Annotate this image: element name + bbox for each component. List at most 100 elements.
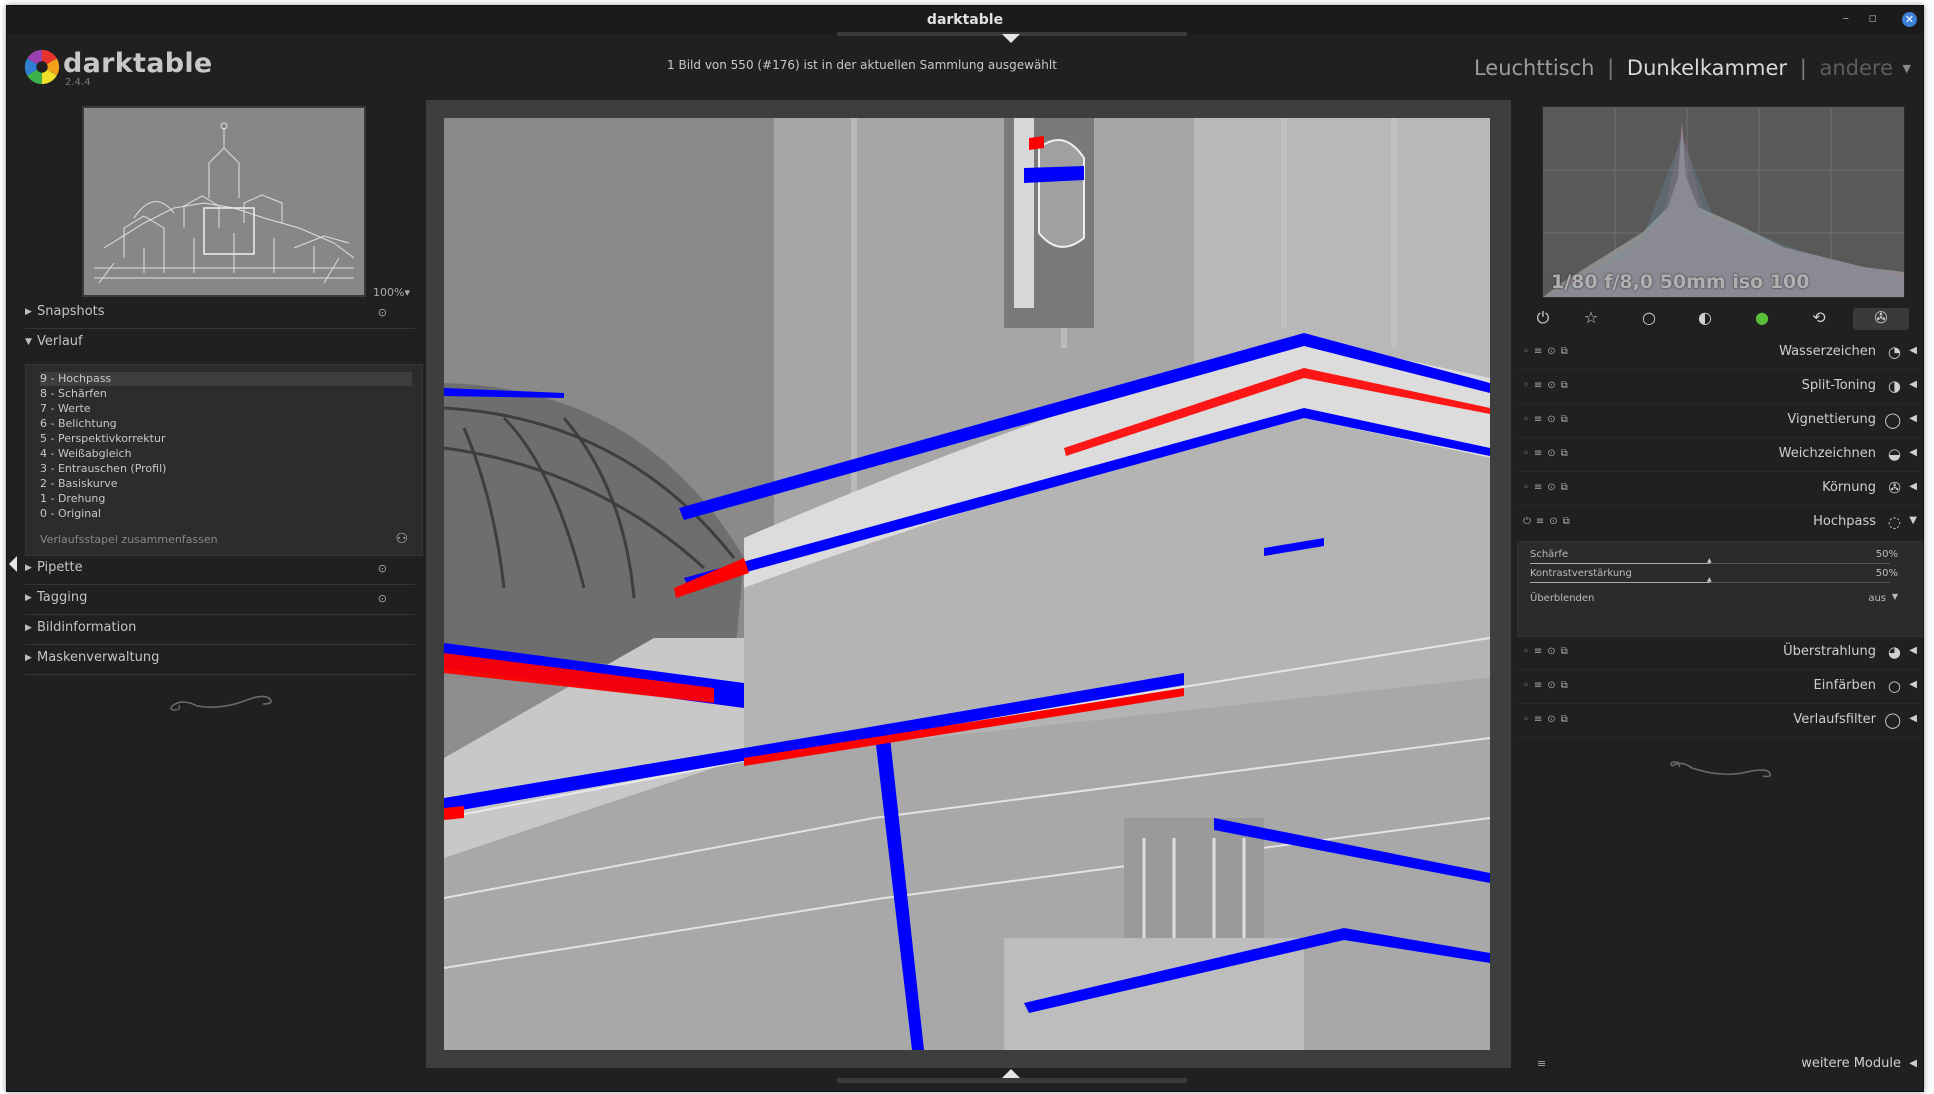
more-modules[interactable]: ≡ weitere Module ◀ (1517, 1056, 1921, 1076)
module-weichzeichnen[interactable]: ◦≡⊙⧉ Weichzeichnen ◒ ◀ (1517, 438, 1921, 472)
section-picker[interactable]: ▶ Pipette ⊙ (25, 560, 415, 585)
module-controls[interactable]: ◦≡⊙⧉ (1523, 346, 1573, 357)
app-name: darktable (63, 48, 213, 79)
history-item[interactable]: 0 - Original (40, 507, 412, 521)
module-ueberstrahlung[interactable]: ◦≡⊙⧉ Überstrahlung ◕ ◀ (1517, 636, 1921, 670)
menu-icon[interactable]: ≡ (1537, 1057, 1546, 1070)
blend-dropdown-icon[interactable]: ▼ (1892, 592, 1898, 601)
module-einfaerben[interactable]: ◦≡⊙⧉ Einfärben ○ ◀ (1517, 670, 1921, 704)
blend-value[interactable]: aus (1868, 593, 1886, 604)
expand-left-icon: ◀ (1909, 1058, 1917, 1069)
module-label: Körnung (1822, 480, 1876, 495)
view-switcher: Leuchttisch | Dunkelkammer | andere (1468, 56, 1893, 80)
section-history[interactable]: ▼ Verlauf (25, 334, 415, 358)
create-style-icon[interactable]: ⚇ (395, 531, 408, 547)
panel-end-ornament-icon (1670, 761, 1771, 778)
history-item[interactable]: 1 - Drehung (40, 492, 412, 506)
section-label: Tagging (37, 590, 88, 605)
views-dropdown-icon[interactable]: ▼ (1903, 62, 1911, 75)
navigation-thumbnail[interactable] (82, 106, 366, 297)
exif-info: 1/80 f/8,0 50mm iso 100 (1551, 271, 1810, 293)
image-preview[interactable] (444, 118, 1490, 1050)
app-version: 2.4.4 (65, 77, 91, 88)
module-controls[interactable]: ◦≡⊙⧉ (1523, 646, 1573, 657)
collapse-up-icon (1002, 1069, 1020, 1078)
bottom-panel-collapse[interactable] (837, 1069, 1187, 1083)
close-button[interactable]: ✕ (1902, 12, 1917, 27)
module-koernung[interactable]: ◦≡⊙⧉ Körnung ✇ ◀ (1517, 472, 1921, 506)
module-controls[interactable]: ◦≡⊙⧉ (1523, 414, 1573, 425)
history-item[interactable]: 8 - Schärfen (40, 387, 412, 401)
right-panel: 1/80 f/8,0 50mm iso 100 ⏻ ☆ ○ ◐ ● ⟲ ✇ ◦≡… (1517, 96, 1923, 1076)
section-tagging[interactable]: ▶ Tagging ⊙ (25, 590, 415, 615)
section-label: Pipette (37, 560, 83, 575)
expand-left-icon: ◀ (1909, 413, 1917, 424)
zoom-level[interactable]: 100%▾ (373, 286, 410, 299)
section-snapshots[interactable]: ▶ Snapshots ⊙ (25, 304, 415, 329)
sharpness-label: Schärfe (1530, 549, 1569, 560)
top-panel-collapse[interactable] (837, 32, 1187, 43)
history-item[interactable]: 4 - Weißabgleich (40, 447, 412, 461)
expand-left-icon: ◀ (1909, 713, 1917, 724)
section-label: Snapshots (37, 304, 105, 319)
module-label: Split-Toning (1801, 378, 1876, 393)
highpass-photo-icon (444, 118, 1490, 1050)
history-list: 9 - Hochpass 8 - Schärfen 7 - Werte 6 - … (25, 364, 423, 556)
grain-icon: ✇ (1888, 479, 1901, 497)
view-darkroom[interactable]: Dunkelkammer (1627, 56, 1787, 80)
module-wasserzeichen[interactable]: ◦≡⊙⧉ Wasserzeichen ◔ ◀ (1517, 336, 1921, 370)
favorites-icon[interactable]: ☆ (1571, 308, 1611, 330)
section-image-info[interactable]: ▶ Bildinformation (25, 620, 415, 645)
history-item[interactable]: 7 - Werte (40, 402, 412, 416)
compress-history-button[interactable]: Verlaufsstapel zusammenfassen (40, 533, 218, 546)
module-controls[interactable]: ◦≡⊙⧉ (1523, 714, 1573, 725)
correction-group-icon[interactable]: ⟲ (1799, 308, 1839, 330)
navigation-preview-icon (84, 108, 364, 295)
section-masks[interactable]: ▶ Maskenverwaltung (25, 650, 415, 675)
watermark-icon: ◔ (1887, 343, 1901, 361)
expand-down-icon: ▼ (25, 337, 32, 347)
collapse-down-icon (1002, 34, 1020, 43)
module-controls[interactable]: ◦≡⊙⧉ (1523, 448, 1573, 459)
history-item[interactable]: 5 - Perspektivkorrektur (40, 432, 412, 446)
preset-icon[interactable]: ⊙ (378, 306, 387, 319)
basic-group-icon[interactable]: ○ (1629, 308, 1669, 330)
history-item[interactable]: 3 - Entrauschen (Profil) (40, 462, 412, 476)
module-vignettierung[interactable]: ◦≡⊙⧉ Vignettierung ◯ ◀ (1517, 404, 1921, 438)
tone-group-icon[interactable]: ◐ (1685, 308, 1725, 330)
histogram[interactable]: 1/80 f/8,0 50mm iso 100 (1542, 106, 1905, 298)
contrast-slider-knob[interactable]: ▲ (1707, 576, 1712, 583)
module-controls[interactable]: ◦≡⊙⧉ (1523, 380, 1573, 391)
bloom-icon: ◕ (1887, 643, 1901, 661)
module-verlaufsfilter[interactable]: ◦≡⊙⧉ Verlaufsfilter ◯ ◀ (1517, 704, 1921, 738)
effects-group-icon[interactable]: ✇ (1853, 308, 1909, 330)
section-label: Maskenverwaltung (37, 650, 160, 665)
history-item[interactable]: 9 - Hochpass (40, 372, 412, 386)
module-hochpass[interactable]: ⏻≡⊙⧉ Hochpass ◌ ▼ (1517, 506, 1921, 539)
power-icon[interactable]: ⏻ (1523, 308, 1563, 330)
module-split-toning[interactable]: ◦≡⊙⧉ Split-Toning ◑ ◀ (1517, 370, 1921, 404)
darktable-logo-icon (24, 49, 60, 85)
view-lighttable[interactable]: Leuchttisch (1474, 56, 1595, 80)
preset-icon[interactable]: ⊙ (378, 592, 387, 605)
expand-left-icon: ◀ (1909, 345, 1917, 356)
history-item[interactable]: 2 - Basiskurve (40, 477, 412, 491)
preset-icon[interactable]: ⊙ (378, 562, 387, 575)
view-other[interactable]: andere (1819, 56, 1893, 80)
panel-end-ornament-icon (170, 695, 272, 711)
color-group-icon[interactable]: ● (1742, 308, 1782, 330)
colorize-icon: ○ (1887, 677, 1901, 695)
sharpness-slider-knob[interactable]: ▲ (1707, 557, 1712, 564)
collapse-left-icon[interactable] (9, 556, 17, 572)
history-item[interactable]: 6 - Belichtung (40, 417, 412, 431)
module-controls[interactable]: ◦≡⊙⧉ (1523, 482, 1573, 493)
contrast-value: 50% (1875, 568, 1898, 579)
restore-button[interactable]: ▫ (1868, 11, 1877, 26)
highpass-icon: ◌ (1887, 513, 1901, 531)
module-controls[interactable]: ◦≡⊙⧉ (1523, 680, 1573, 691)
module-controls[interactable]: ⏻≡⊙⧉ (1523, 516, 1575, 527)
expand-right-icon: ▶ (25, 593, 32, 603)
module-label: Verlaufsfilter (1793, 712, 1876, 727)
minimize-button[interactable]: – (1843, 11, 1850, 26)
section-label: Bildinformation (37, 620, 137, 635)
